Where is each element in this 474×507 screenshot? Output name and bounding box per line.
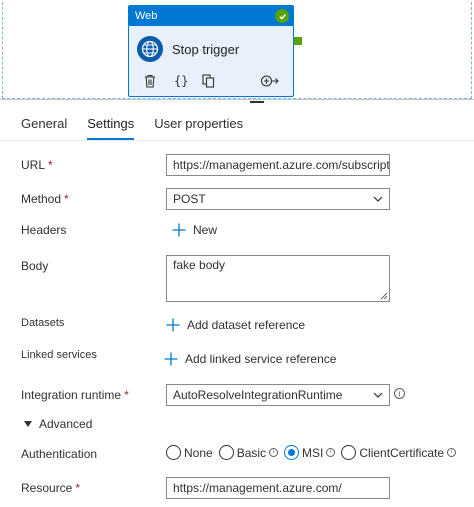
resize-grip-icon[interactable]: [380, 292, 388, 300]
success-check-icon: [275, 9, 289, 23]
auth-option-label: ClientCertificate: [359, 445, 445, 460]
radio-button[interactable]: [284, 445, 300, 460]
auth-option-msi[interactable]: MSI i: [284, 445, 336, 460]
auth-option-label: Basic: [236, 445, 267, 460]
integration-runtime-selected-value: AutoResolveIntegrationRuntime: [173, 388, 343, 402]
url-label: URL *: [21, 158, 53, 172]
method-label: Method *: [21, 192, 69, 206]
tab-user-properties[interactable]: User properties: [154, 110, 243, 138]
add-linked-service-reference-label: Add linked service reference: [185, 352, 337, 366]
chevron-down-icon: [373, 196, 383, 202]
auth-option-basic[interactable]: Basic i: [218, 445, 279, 460]
radio-button[interactable]: [341, 445, 357, 460]
trash-icon[interactable]: [141, 72, 159, 90]
method-selected-value: POST: [173, 192, 206, 206]
integration-runtime-label: Integration runtime *: [21, 388, 129, 402]
method-label-text: Method: [21, 192, 62, 206]
add-dataset-reference-button[interactable]: Add dataset reference: [166, 318, 305, 332]
caret-down-icon: [24, 421, 32, 427]
auth-option-label: None: [184, 445, 213, 460]
chevron-down-icon: [373, 392, 383, 398]
resource-input[interactable]: https://management.azure.com/: [166, 477, 390, 499]
required-marker: *: [124, 388, 129, 402]
auth-option-label: MSI: [302, 445, 324, 460]
plus-icon: [166, 318, 180, 332]
info-icon[interactable]: i: [447, 448, 457, 457]
url-input[interactable]: https://management.azure.com/subscriptio: [166, 154, 390, 176]
panel-resize-handle[interactable]: [250, 101, 264, 103]
url-label-text: URL: [21, 158, 46, 172]
code-braces-icon[interactable]: {}: [171, 72, 192, 90]
auth-option-none[interactable]: None: [166, 445, 213, 460]
info-icon[interactable]: i: [394, 388, 405, 399]
web-activity-node[interactable]: Web Stop trigger {}: [128, 5, 294, 97]
linked-services-label: Linked services: [21, 349, 97, 361]
activity-header: Web: [129, 6, 293, 26]
activity-output-port[interactable]: [294, 37, 302, 45]
required-marker: *: [48, 158, 53, 172]
integration-runtime-select[interactable]: AutoResolveIntegrationRuntime: [166, 384, 390, 406]
integration-runtime-label-text: Integration runtime: [21, 388, 122, 402]
add-output-icon[interactable]: [260, 72, 281, 90]
tab-settings[interactable]: Settings: [87, 110, 134, 140]
advanced-label: Advanced: [39, 417, 93, 431]
body-textarea[interactable]: fake body: [166, 255, 390, 302]
tabs-divider: [0, 140, 474, 141]
add-header-label: New: [193, 223, 218, 237]
plus-icon: [172, 223, 186, 237]
radio-button[interactable]: [218, 445, 234, 460]
info-icon[interactable]: i: [269, 448, 279, 457]
add-header-button[interactable]: New: [172, 223, 217, 237]
advanced-section-toggle[interactable]: Advanced: [24, 417, 92, 431]
auth-option-clientcertificate[interactable]: ClientCertificate i: [341, 445, 457, 460]
required-marker: *: [64, 192, 69, 206]
authentication-radio-group: None Basic i MSI i ClientCertificate i: [166, 445, 462, 460]
add-linked-service-reference-button[interactable]: Add linked service reference: [164, 352, 336, 366]
required-marker: *: [75, 481, 81, 495]
copy-icon[interactable]: [200, 72, 218, 90]
properties-tabs: General Settings User properties: [0, 110, 243, 140]
activity-type-label: Web: [135, 10, 158, 22]
pipeline-canvas[interactable]: Web Stop trigger {}: [0, 0, 474, 100]
headers-label: Headers: [21, 223, 67, 237]
body-value: fake body: [173, 258, 226, 272]
globe-icon: [137, 36, 163, 62]
radio-button[interactable]: [166, 445, 181, 460]
method-select[interactable]: POST: [166, 188, 390, 210]
add-dataset-reference-label: Add dataset reference: [187, 318, 306, 332]
resource-label: Resource *: [21, 481, 80, 495]
datasets-label: Datasets: [21, 317, 65, 329]
activity-name: Stop trigger: [172, 41, 240, 57]
authentication-label: Authentication: [21, 447, 98, 461]
body-label: Body: [21, 259, 49, 273]
info-icon[interactable]: i: [326, 448, 336, 457]
plus-icon: [164, 352, 178, 366]
panel-divider: [0, 99, 474, 100]
tab-general[interactable]: General: [21, 110, 67, 138]
resource-label-text: Resource: [21, 481, 73, 495]
